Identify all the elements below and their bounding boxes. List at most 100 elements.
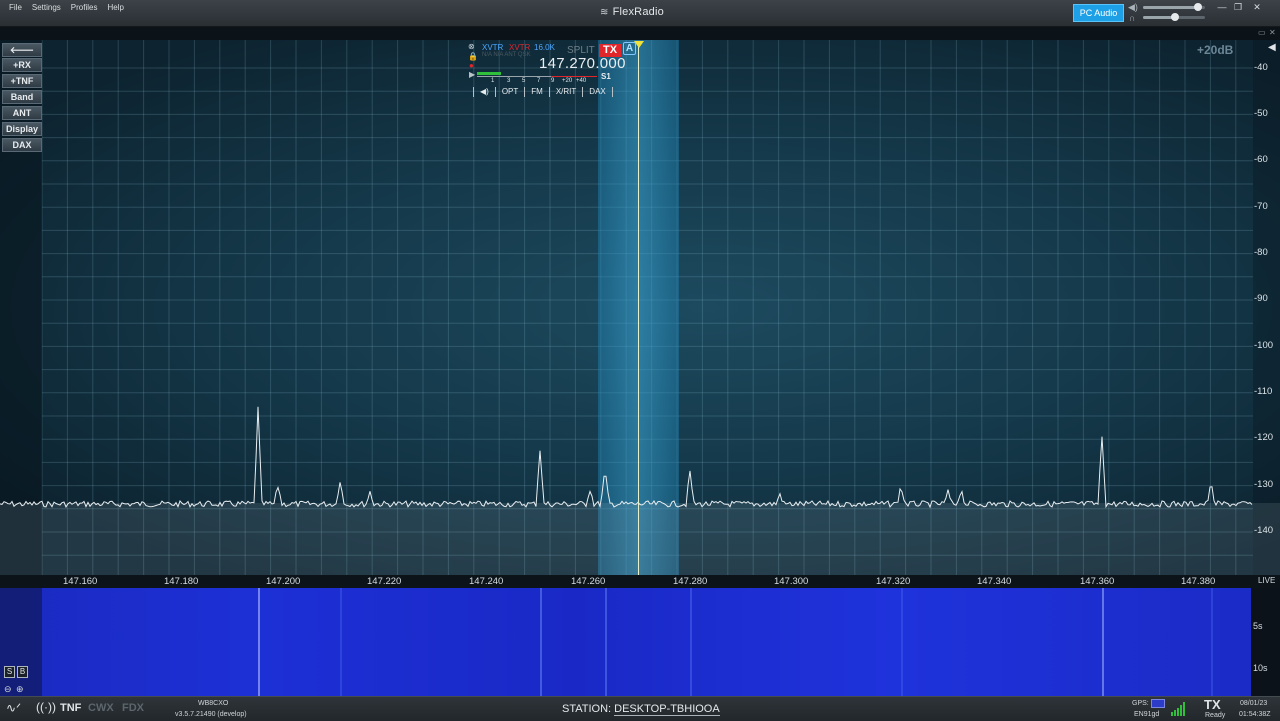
s-meter-bar <box>477 72 501 75</box>
freq-label: 147.260 <box>571 576 606 587</box>
db-label: -100 <box>1254 340 1274 351</box>
db-label: -50 <box>1254 108 1268 119</box>
headphone-volume-slider[interactable] <box>1143 13 1205 21</box>
freq-label: 147.220 <box>367 576 402 587</box>
db-label: -120 <box>1254 432 1274 443</box>
waterfall-s-button[interactable]: S <box>4 666 15 678</box>
xrit-tab[interactable]: X/RIT <box>548 86 582 97</box>
add-rx-button[interactable]: +RX <box>2 58 42 72</box>
db-label: -140 <box>1254 525 1274 536</box>
waveform-icon[interactable]: ∿ᐟ <box>6 701 21 715</box>
ant-button[interactable]: ANT <box>2 106 42 120</box>
s-unit-label: 7 <box>537 78 541 84</box>
speaker-icon[interactable]: ◀) <box>1128 2 1138 13</box>
pc-volume-knob[interactable] <box>1193 3 1202 11</box>
time-label: 10s <box>1253 663 1268 673</box>
freq-label: 147.180 <box>164 576 199 587</box>
gps-label: GPS: <box>1132 700 1149 707</box>
dax-tab[interactable]: DAX <box>582 86 613 97</box>
s-unit-label: +40 <box>576 78 587 84</box>
ant-qsk-line: N/A N/A ANT QSK <box>482 52 531 58</box>
mode-tab[interactable]: FM <box>524 86 549 97</box>
brand-logo: ≋ FlexRadio <box>600 6 664 18</box>
freq-label: 147.280 <box>673 576 708 587</box>
restore-icon[interactable]: ❐ <box>1231 1 1245 13</box>
collapse-toolbar-button[interactable]: 🡐 <box>2 43 42 57</box>
cwx-toggle[interactable]: CWX <box>88 702 114 714</box>
panadapter-restore-icon[interactable]: ▭ <box>1258 28 1266 37</box>
menu-help[interactable]: Help <box>102 2 128 14</box>
tx-state: Ready <box>1205 712 1226 719</box>
db-label: -60 <box>1254 154 1268 165</box>
minimize-icon[interactable]: — <box>1215 1 1229 13</box>
slice-letter-badge[interactable]: A <box>623 42 636 55</box>
menu-profiles[interactable]: Profiles <box>66 2 103 14</box>
db-label: -80 <box>1254 247 1268 258</box>
pc-audio-button[interactable]: PC Audio <box>1073 4 1124 22</box>
audio-tab-icon[interactable]: ◀) <box>473 86 495 97</box>
freq-label: 147.160 <box>63 576 98 587</box>
software-version: v3.5.7.21490 (develop) <box>175 711 247 718</box>
record-icon[interactable]: ● <box>469 61 474 70</box>
menu-file[interactable]: File <box>4 2 27 14</box>
callsign: WB8CXO <box>198 700 229 707</box>
freq-label: 147.200 <box>266 576 301 587</box>
s-meter-over-scale <box>551 76 597 77</box>
tnf-toggle[interactable]: TNF <box>60 702 81 714</box>
zoom-out-icon[interactable]: ⊖ <box>4 684 12 695</box>
close-icon[interactable]: ✕ <box>1250 1 1264 13</box>
waterfall[interactable] <box>0 588 1280 696</box>
brand-name: FlexRadio <box>612 6 664 18</box>
s-unit-label: 1 <box>491 78 495 84</box>
freq-label: 147.320 <box>876 576 911 587</box>
opt-tab[interactable]: OPT <box>494 86 524 97</box>
db-reference-label: +20dB <box>1197 43 1234 57</box>
tx-status[interactable]: TX <box>1204 697 1221 712</box>
panadapter-close-icon[interactable]: ✕ <box>1269 28 1276 37</box>
display-button[interactable]: Display <box>2 122 42 136</box>
station-indicator[interactable]: STATION: DESKTOP-TBHIOOA <box>562 703 720 716</box>
waterfall-b-button[interactable]: B <box>17 666 28 678</box>
freq-label: 147.240 <box>469 576 504 587</box>
waterfall-signal-streak <box>1211 588 1213 696</box>
spectrum-trace <box>0 406 1253 509</box>
headphone-icon[interactable]: ∩ <box>1129 13 1135 23</box>
close-slice-icon[interactable]: ⊗ <box>468 42 475 51</box>
slice-tab-bar: ◀) OPT FM X/RIT DAX <box>473 86 636 97</box>
wifi-antenna-icon[interactable]: ((·)) <box>36 700 56 714</box>
freq-label: 147.300 <box>774 576 809 587</box>
play-icon[interactable]: ▶ <box>469 70 475 79</box>
chevron-left-icon[interactable]: ◀ <box>1268 42 1276 53</box>
freq-label: 147.340 <box>977 576 1012 587</box>
station-label: STATION: <box>562 703 612 715</box>
freq-label: 147.360 <box>1080 576 1115 587</box>
gps-status-icon <box>1151 699 1165 708</box>
flexradio-logo-icon: ≋ <box>600 6 609 18</box>
dax-button[interactable]: DAX <box>2 138 42 152</box>
db-label: -130 <box>1254 479 1274 490</box>
menu-settings[interactable]: Settings <box>27 2 66 14</box>
zoom-in-icon[interactable]: ⊕ <box>16 684 24 695</box>
add-tnf-button[interactable]: +TNF <box>2 74 42 88</box>
waterfall-signal-streak <box>901 588 903 696</box>
signal-bars-icon <box>1171 702 1185 716</box>
rx-xvtr-label[interactable]: XVTR <box>482 43 503 52</box>
band-button[interactable]: Band <box>2 90 42 104</box>
freq-label: 147.380 <box>1181 576 1216 587</box>
s-unit-label: 9 <box>551 78 555 84</box>
grid-square: EN91gd <box>1134 711 1160 718</box>
tuning-line[interactable] <box>638 44 639 575</box>
menu-bar: File Settings Profiles Help <box>4 2 129 14</box>
filter-width-label: 16.0K <box>534 43 555 52</box>
pc-volume-fill <box>1143 6 1198 9</box>
db-label: -40 <box>1254 62 1268 73</box>
slice-frequency[interactable]: 147.270.000 <box>539 55 626 72</box>
pc-volume-slider[interactable] <box>1143 3 1205 11</box>
s-unit-label: 5 <box>522 78 526 84</box>
lock-icon[interactable]: 🔒 <box>468 52 478 61</box>
tx-xvtr-label[interactable]: XVTR <box>509 43 530 52</box>
time-label: 5s <box>1253 621 1263 631</box>
fdx-toggle[interactable]: FDX <box>122 702 144 714</box>
live-label: LIVE <box>1258 576 1276 585</box>
db-label: -110 <box>1254 386 1273 397</box>
